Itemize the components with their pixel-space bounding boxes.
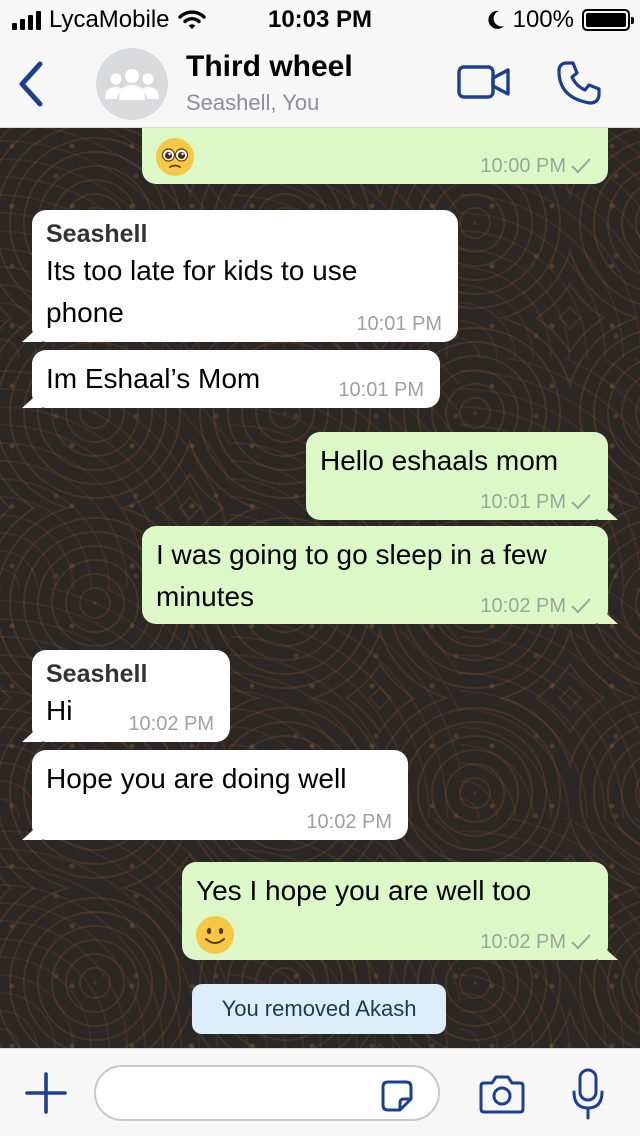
- message-time: 10:01 PM: [338, 379, 424, 401]
- group-avatar-icon[interactable]: [96, 48, 168, 120]
- chat-area[interactable]: 10:00 PM Seashell Its too late for kids …: [0, 128, 640, 1048]
- sender-name: Seashell: [46, 220, 148, 248]
- message-bubble-outgoing[interactable]: Yes I hope you are well too 10:02 PM: [182, 862, 608, 960]
- message-meta: 10:02 PM: [480, 594, 592, 618]
- read-check-icon: [571, 494, 591, 510]
- message-text: Yes I hope you are well too: [196, 875, 532, 906]
- message-meta: 10:02 PM: [128, 712, 214, 736]
- message-time: 10:00 PM: [480, 155, 566, 177]
- message-text: Im Eshaal’s Mom: [46, 363, 261, 394]
- sender-name: Seashell: [46, 660, 148, 688]
- battery-icon: [582, 9, 634, 31]
- system-message: You removed Akash: [192, 984, 446, 1034]
- message-meta: 10:01 PM: [356, 312, 442, 336]
- chat-header: Third wheel Seashell, You: [0, 40, 640, 128]
- read-check-icon: [571, 598, 591, 614]
- message-bubble-outgoing[interactable]: 10:00 PM: [142, 128, 608, 184]
- status-bar: LycaMobile 10:03 PM 100%: [0, 0, 640, 40]
- message-meta: 10:01 PM: [480, 490, 592, 514]
- message-meta: 10:01 PM: [338, 378, 424, 402]
- message-text: Hope you are doing well: [46, 763, 347, 794]
- input-bar: [0, 1048, 640, 1136]
- message-bubble-incoming[interactable]: Im Eshaal’s Mom 10:01 PM: [32, 350, 440, 408]
- message-bubble-incoming[interactable]: Seashell Its too late for kids to use ph…: [32, 210, 458, 342]
- message-meta: 10:02 PM: [480, 930, 592, 954]
- back-chevron-icon[interactable]: [14, 58, 50, 110]
- moon-icon: [488, 10, 504, 29]
- read-check-icon: [571, 158, 591, 174]
- chat-title[interactable]: Third wheel: [186, 50, 353, 84]
- message-bubble-incoming[interactable]: Seashell Hi 10:02 PM: [32, 650, 230, 742]
- message-meta: 10:02 PM: [306, 810, 392, 834]
- message-time: 10:02 PM: [480, 931, 566, 953]
- read-check-icon: [571, 934, 591, 950]
- smiling-face-emoji: [196, 915, 234, 954]
- message-meta: 10:00 PM: [480, 154, 592, 178]
- message-text: Hello eshaals mom: [320, 445, 559, 476]
- message-time: 10:02 PM: [128, 713, 214, 735]
- status-right: 100%: [487, 6, 634, 34]
- message-bubble-outgoing[interactable]: Hello eshaals mom 10:01 PM: [306, 432, 608, 520]
- message-bubble-incoming[interactable]: Hope you are doing well 10:02 PM: [32, 750, 408, 840]
- chat-subtitle[interactable]: Seashell, You: [186, 90, 319, 116]
- plus-icon[interactable]: [24, 1071, 68, 1115]
- microphone-icon[interactable]: [570, 1067, 606, 1121]
- message-time: 10:01 PM: [480, 491, 566, 513]
- message-bubble-outgoing[interactable]: I was going to go sleep in a few minutes…: [142, 526, 608, 624]
- battery-percent: 100%: [512, 6, 574, 33]
- camera-icon[interactable]: [478, 1073, 526, 1115]
- phone-icon[interactable]: [556, 60, 602, 106]
- message-time: 10:02 PM: [480, 595, 566, 617]
- video-call-icon[interactable]: [456, 62, 512, 102]
- pleading-face-emoji: [156, 138, 194, 176]
- message-time: 10:01 PM: [356, 313, 442, 335]
- message-time: 10:02 PM: [306, 811, 392, 833]
- sticker-icon[interactable]: [380, 1079, 414, 1113]
- message-text: Hi: [46, 695, 73, 726]
